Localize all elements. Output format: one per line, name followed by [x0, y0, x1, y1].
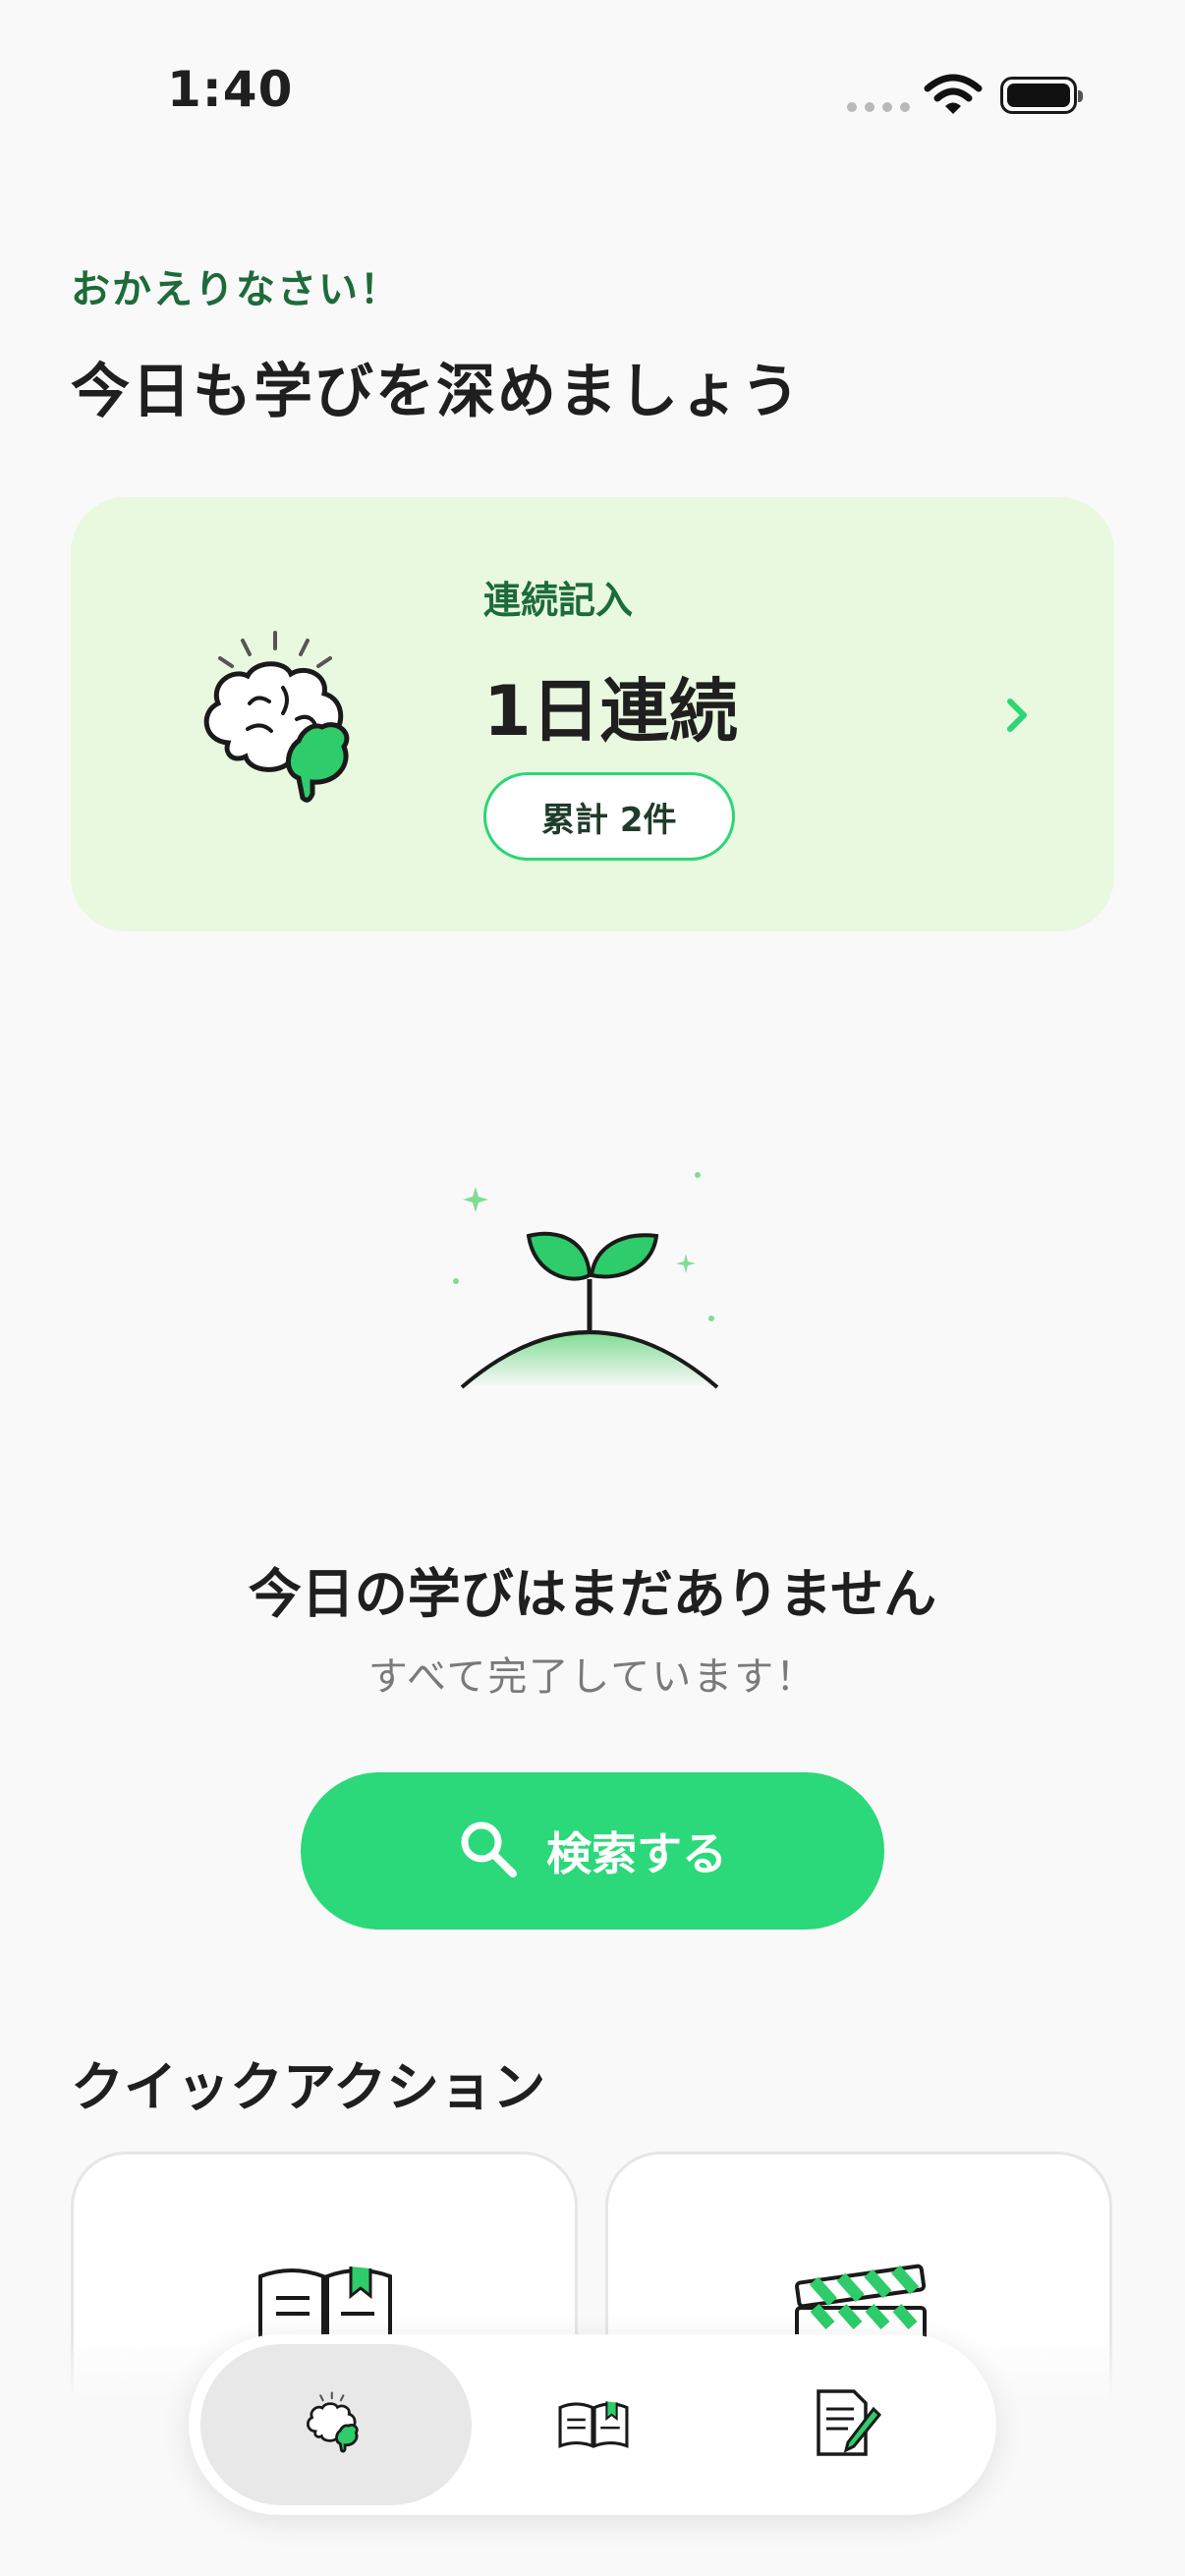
tab-library[interactable] [458, 2344, 729, 2505]
status-time: 1:40 [167, 61, 294, 118]
brain-icon [189, 625, 385, 815]
search-icon [458, 1819, 519, 1883]
tab-home[interactable] [200, 2344, 472, 2505]
search-button[interactable]: 検索する [301, 1772, 884, 1930]
sprout-icon [442, 1159, 737, 1419]
battery-icon [1000, 77, 1083, 114]
quick-actions-title: クイックアクション [71, 2056, 546, 2118]
greeting-text: おかえりなさい！ [71, 267, 401, 312]
empty-state-title: 今日の学びはまだありません [248, 1563, 937, 1625]
tab-bar [189, 2334, 996, 2515]
streak-label: 連続記入 [483, 579, 634, 622]
tab-notes[interactable] [713, 2344, 985, 2505]
streak-card[interactable]: 連続記入 1日連続 累計 2件 [71, 497, 1114, 931]
cellular-icon [847, 102, 910, 112]
wifi-icon [924, 73, 983, 120]
page-title: 今日も学びを深めましょう [71, 358, 802, 426]
book-icon [558, 2395, 629, 2454]
search-button-label: 検索する [546, 1827, 727, 1880]
chevron-right-icon [1002, 694, 1032, 741]
total-count-badge: 累計 2件 [483, 772, 735, 861]
brain-icon [302, 2388, 370, 2461]
empty-state-subtitle: すべて完了しています！ [367, 1654, 818, 1700]
note-pencil-icon [815, 2387, 883, 2462]
streak-value: 1日連続 [483, 671, 738, 752]
